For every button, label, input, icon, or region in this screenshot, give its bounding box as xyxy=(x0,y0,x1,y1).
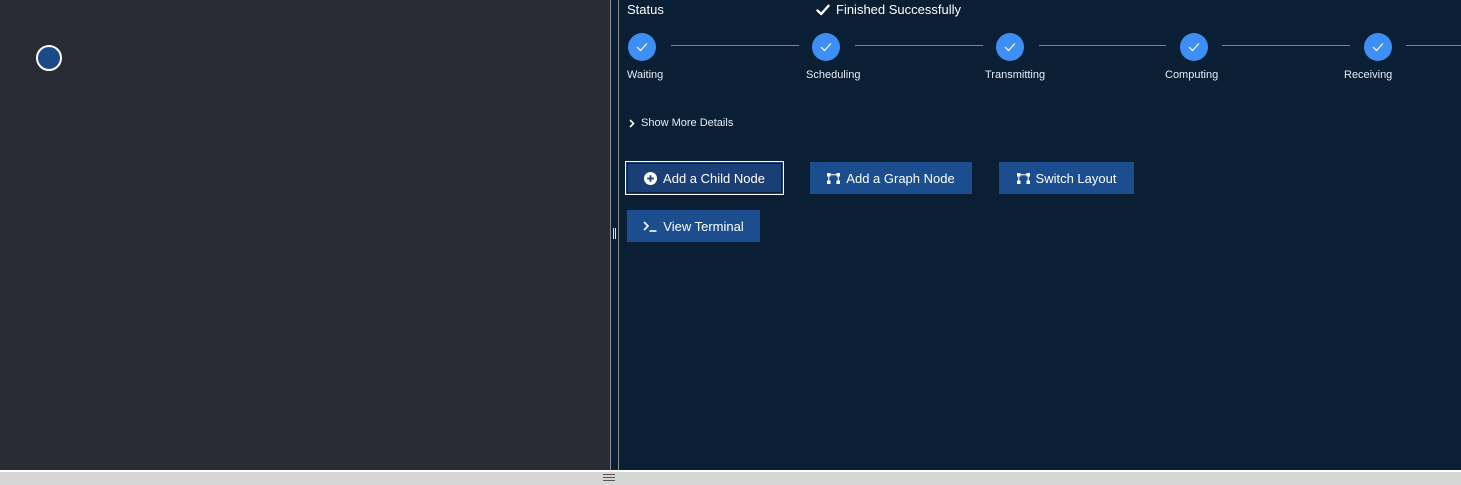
step-label: Receiving xyxy=(1344,69,1393,81)
step-waiting-check-icon xyxy=(628,33,656,61)
step-label: Transmitting xyxy=(985,69,1046,81)
step-label: Waiting xyxy=(627,69,664,81)
layout-nodes-icon xyxy=(1016,172,1030,184)
step-receiving-check-icon xyxy=(1364,33,1392,61)
splitter-grip-icon xyxy=(603,474,615,481)
switch-layout-button[interactable]: Switch Layout xyxy=(999,162,1134,194)
step-connector xyxy=(1222,45,1350,46)
step-computing-check-icon xyxy=(1180,33,1208,61)
view-terminal-label: View Terminal xyxy=(663,218,744,234)
step-label: Scheduling xyxy=(806,69,861,81)
add-graph-node-button[interactable]: Add a Graph Node xyxy=(810,162,972,194)
status-value: Finished Successfully xyxy=(816,2,961,17)
step-label: Computing xyxy=(1165,69,1219,81)
status-value-text: Finished Successfully xyxy=(836,2,961,17)
terminal-icon xyxy=(643,220,657,232)
add-child-node-button[interactable]: Add a Child Node xyxy=(625,161,784,195)
node-details-panel: Status Finished Successfully Waiting Sch… xyxy=(619,0,1461,470)
add-child-node-label: Add a Child Node xyxy=(663,170,765,186)
graph-nodes-icon xyxy=(827,172,841,184)
step-connector xyxy=(671,45,799,46)
step-scheduling-check-icon xyxy=(812,33,840,61)
step-connector xyxy=(1406,45,1461,46)
step-transmitting-check-icon xyxy=(996,33,1024,61)
vertical-splitter[interactable] xyxy=(610,0,619,470)
check-icon xyxy=(816,4,830,15)
graph-canvas[interactable] xyxy=(0,0,610,470)
add-graph-node-label: Add a Graph Node xyxy=(846,170,955,186)
step-connector xyxy=(855,45,983,46)
switch-layout-label: Switch Layout xyxy=(1035,170,1117,186)
view-terminal-button[interactable]: View Terminal xyxy=(627,210,760,242)
progress-stepper: Waiting Scheduling Transmitting Computin… xyxy=(619,33,1461,93)
status-label: Status xyxy=(627,2,664,17)
horizontal-splitter[interactable] xyxy=(0,470,1461,485)
chevron-right-icon xyxy=(629,118,635,128)
show-more-details-toggle[interactable]: Show More Details xyxy=(629,117,733,129)
graph-root-node[interactable] xyxy=(36,45,62,71)
splitter-grip-icon xyxy=(613,228,616,239)
step-connector xyxy=(1039,45,1166,46)
show-more-details-label: Show More Details xyxy=(641,117,734,129)
plus-circle-icon xyxy=(644,171,658,185)
